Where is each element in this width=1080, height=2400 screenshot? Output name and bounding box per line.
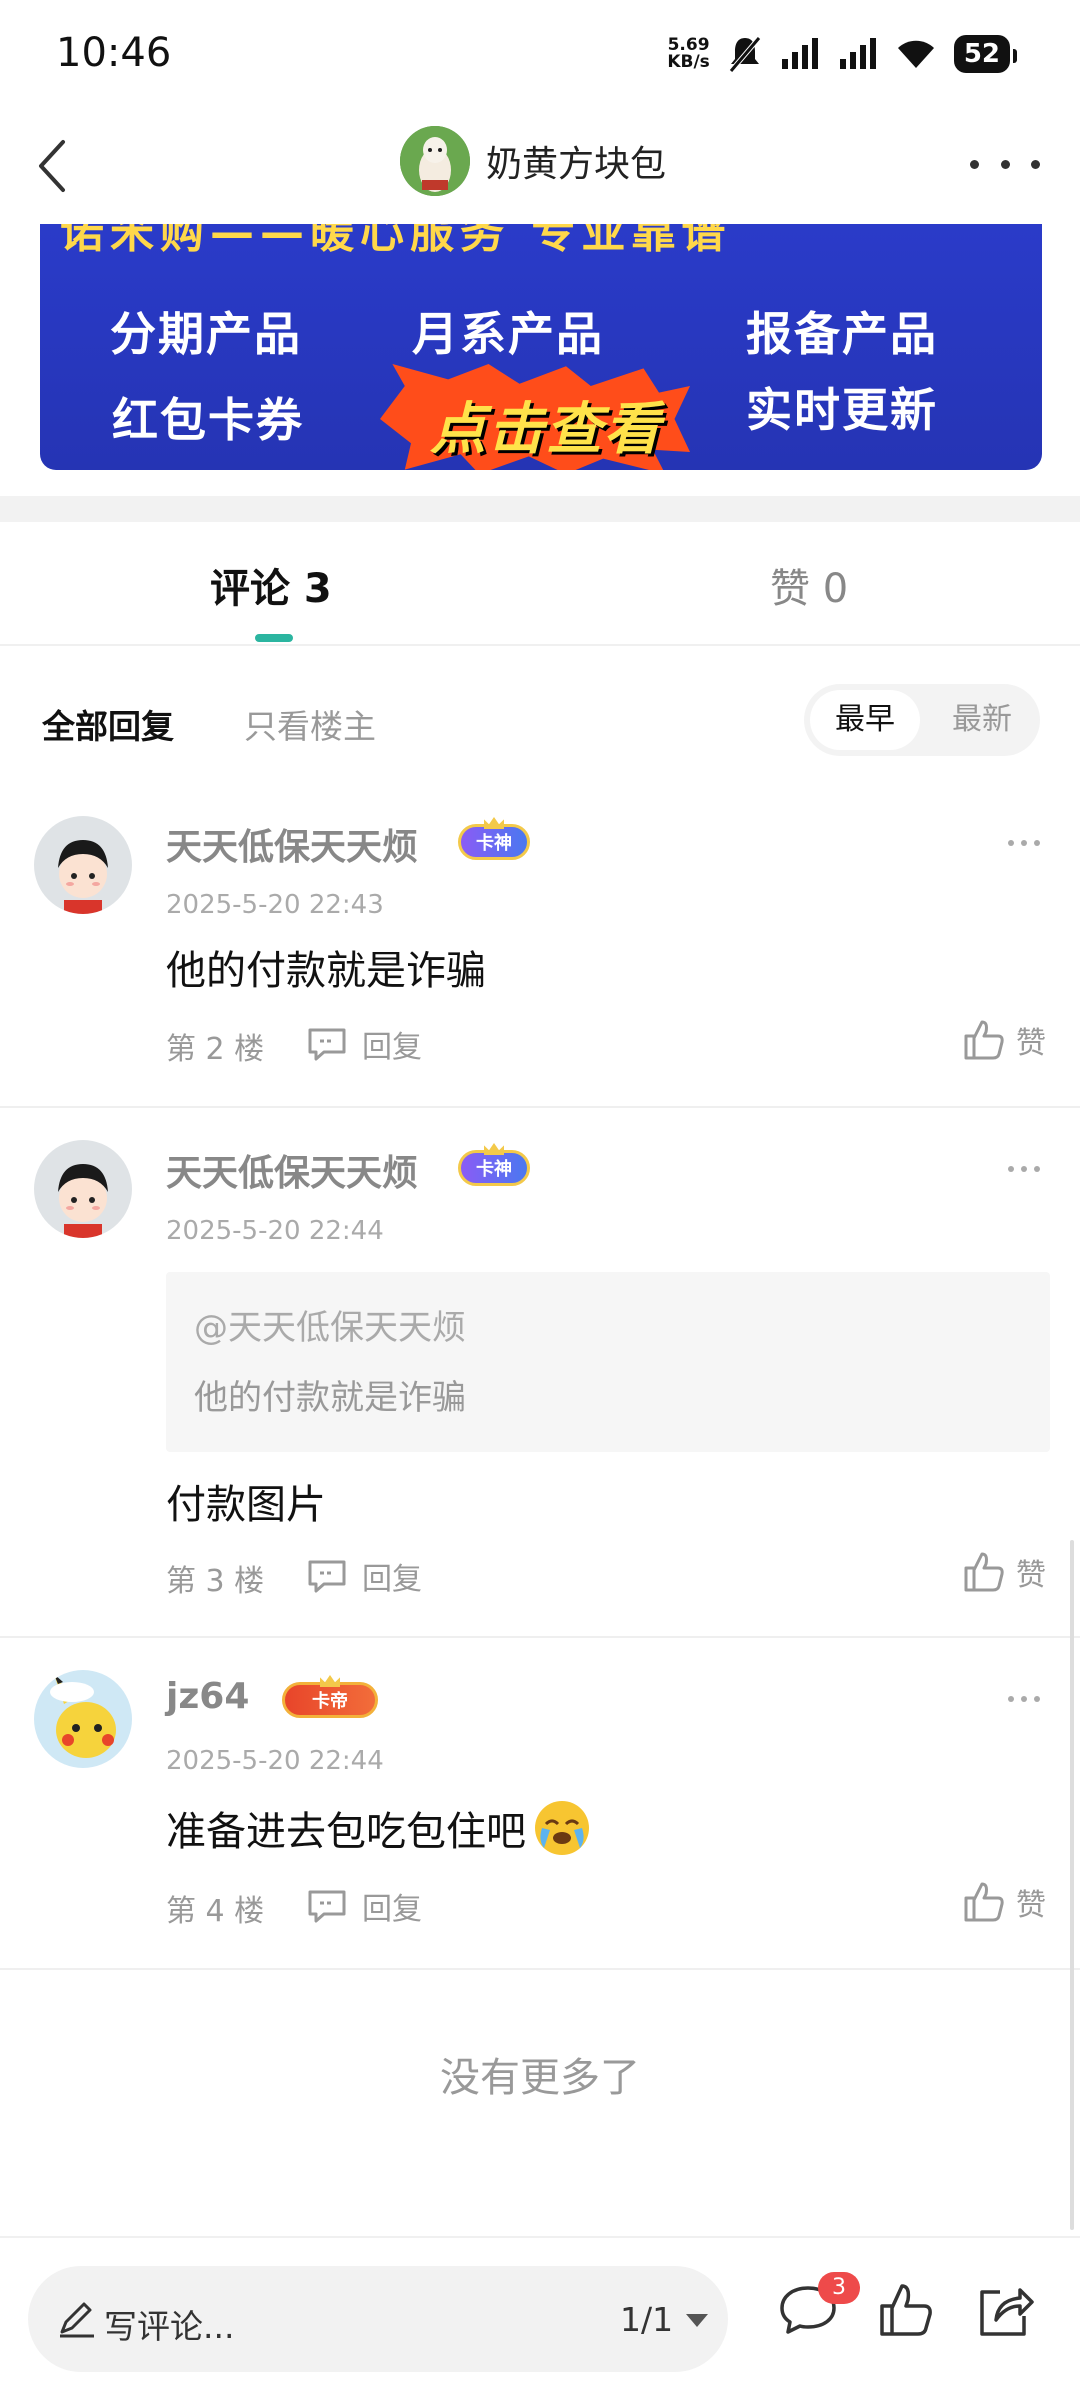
reply-button[interactable]: 回复 — [306, 1022, 422, 1066]
status-bar: 10:46 5.69 KB/s 52 — [0, 0, 1080, 108]
comment-floor: 第 2 楼 — [166, 1032, 265, 1067]
quoted-comment[interactable]: @天天低保天天烦 他的付款就是诈骗 — [166, 1272, 1050, 1452]
back-icon — [39, 140, 65, 192]
comment-item: 天天低保天天烦 卡神 2025-5-20 22:43 他的付款就是诈骗 第 2 … — [0, 786, 1080, 1108]
like-button[interactable]: 赞 — [962, 1880, 1046, 1924]
banner-cta-label: 点击查看 — [430, 397, 662, 462]
like-button[interactable]: 赞 — [962, 1550, 1046, 1594]
comment-text: 准备进去包吃包住吧 — [166, 1809, 526, 1855]
scrollbar[interactable] — [1070, 1540, 1074, 2230]
crying-emoji-icon — [535, 1801, 589, 1855]
wifi-icon — [897, 40, 934, 68]
comment-count-badge: 3 — [818, 2272, 860, 2304]
banner-cta-button[interactable]: 点击查看 — [380, 364, 690, 470]
tab-underline — [255, 634, 293, 642]
no-more-text: 没有更多了 — [440, 2055, 640, 2101]
comment-input[interactable]: 写评论... 1/1 — [28, 2266, 728, 2372]
banner-item: 实时更新 — [746, 383, 938, 437]
signal-icon-2 — [839, 38, 876, 69]
header-avatar[interactable] — [400, 126, 470, 196]
crown-icon — [484, 817, 504, 829]
tab-likes[interactable]: 赞 0 — [770, 556, 848, 614]
battery-indicator: 52 — [953, 35, 1018, 73]
mute-bell-icon — [728, 36, 761, 73]
bottom-bar: 写评论... 1/1 3 — [0, 2236, 1080, 2400]
avatar[interactable] — [34, 1140, 132, 1238]
comment-placeholder: 写评论... — [104, 2307, 235, 2346]
filter-owner-only[interactable]: 只看楼主 — [244, 700, 376, 748]
thumb-up-icon[interactable] — [874, 2278, 938, 2342]
thumb-up-icon — [964, 1882, 1004, 1922]
net-speed: 5.69 KB/s — [667, 35, 710, 72]
banner-top-text: 诺米购——暖心服务 专业靠谱 — [60, 224, 732, 258]
comment-text: 付款图片 — [166, 1482, 326, 1528]
level-badge: 卡帝 — [282, 1675, 378, 1718]
tab-bar: 评论 3 赞 0 — [0, 522, 1080, 646]
banner-item: 红包卡券 — [112, 393, 304, 447]
status-time: 10:46 — [56, 30, 172, 76]
avatar[interactable] — [34, 1670, 132, 1768]
crown-icon — [320, 1675, 340, 1687]
header: 奶黄方块包 — [0, 108, 1080, 224]
page-indicator[interactable]: 1/1 — [620, 2300, 673, 2339]
level-badge: 卡神 — [458, 1143, 530, 1186]
quote-mention: @天天低保天天烦 — [194, 1308, 466, 1348]
filter-all-replies[interactable]: 全部回复 — [42, 700, 174, 748]
section-divider — [0, 496, 1080, 522]
sort-toggle: 最早 最新 — [804, 684, 1040, 756]
comment-username[interactable]: jz64 — [166, 1676, 249, 1717]
filter-row: 全部回复 只看楼主 最早 最新 — [0, 680, 1080, 756]
status-icons: 5.69 KB/s 52 — [667, 30, 1018, 78]
comment-text-row: 准备进去包吃包住吧 — [166, 1798, 592, 1858]
share-icon[interactable] — [972, 2278, 1036, 2342]
comment-floor: 第 4 楼 — [166, 1894, 265, 1929]
more-button[interactable] — [970, 144, 1040, 184]
comment-more-button[interactable] — [1008, 1696, 1040, 1704]
pencil-icon — [60, 2302, 94, 2338]
thumb-up-icon — [964, 1552, 1004, 1592]
chevron-down-icon[interactable] — [686, 2314, 708, 2327]
sort-latest[interactable]: 最新 — [932, 690, 1032, 750]
comment-username[interactable]: 天天低保天天烦 — [166, 1144, 418, 1196]
header-username: 奶黄方块包 — [486, 144, 667, 185]
comment-time: 2025-5-20 22:43 — [166, 890, 384, 920]
level-badge: 卡神 — [458, 817, 530, 860]
comment-text: 他的付款就是诈骗 — [166, 948, 486, 994]
ad-banner[interactable]: 诺米购——暖心服务 专业靠谱 分期产品 月系产品 报备产品 红包卡券 实时更新 … — [40, 224, 1042, 470]
reply-icon — [308, 1890, 346, 1923]
like-button[interactable]: 赞 — [962, 1018, 1046, 1062]
comment-item: jz64 卡帝 2025-5-20 22:44 准备进去包吃包住吧 第 4 楼 … — [0, 1640, 1080, 1970]
reply-icon — [308, 1028, 346, 1061]
back-button[interactable] — [20, 128, 84, 204]
crown-icon — [484, 1143, 504, 1155]
banner-item: 报备产品 — [746, 307, 938, 361]
banner-item: 月系产品 — [412, 307, 604, 361]
quote-text: 他的付款就是诈骗 — [194, 1378, 466, 1418]
thumb-up-icon — [964, 1020, 1004, 1060]
comment-username[interactable]: 天天低保天天烦 — [166, 818, 418, 870]
header-user[interactable]: 奶黄方块包 — [400, 122, 666, 200]
signal-icon — [781, 38, 818, 69]
sort-earliest[interactable]: 最早 — [810, 690, 920, 750]
reply-icon — [308, 1560, 346, 1593]
more-icon — [970, 159, 979, 169]
comment-item: 天天低保天天烦 卡神 2025-5-20 22:44 @天天低保天天烦 他的付款… — [0, 1110, 1080, 1638]
comment-more-button[interactable] — [1008, 840, 1040, 848]
reply-button[interactable]: 回复 — [306, 1554, 422, 1598]
tab-comments[interactable]: 评论 3 — [210, 556, 332, 614]
comment-more-button[interactable] — [1008, 1166, 1040, 1174]
reply-button[interactable]: 回复 — [306, 1884, 422, 1928]
avatar[interactable] — [34, 816, 132, 914]
comment-time: 2025-5-20 22:44 — [166, 1746, 384, 1776]
comment-floor: 第 3 楼 — [166, 1564, 265, 1599]
comment-time: 2025-5-20 22:44 — [166, 1216, 384, 1246]
banner-item: 分期产品 — [110, 307, 302, 361]
